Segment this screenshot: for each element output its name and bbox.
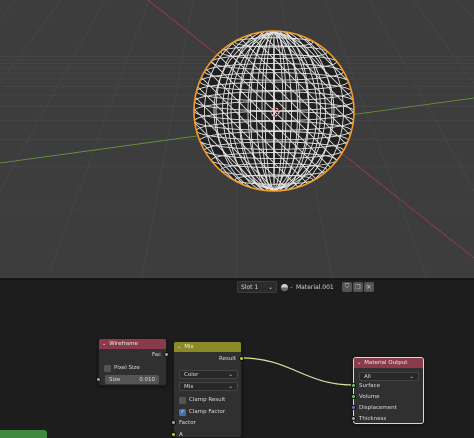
slot-dropdown[interactable]: Slot 1 ⌄ xyxy=(237,281,277,293)
clamp-result-label: Clamp Result xyxy=(189,397,226,403)
shield-icon[interactable]: ⛉ xyxy=(342,282,352,292)
surface-input-label: Surface xyxy=(359,383,380,389)
mix-node-header[interactable]: ⌄ Mix xyxy=(174,342,241,352)
chevron-down-icon: ⌄ xyxy=(267,283,273,291)
volume-input-label: Volume xyxy=(359,394,380,400)
blend-mode-dropdown[interactable]: Mix ⌄ xyxy=(179,382,238,391)
collapse-chevron-icon[interactable]: ⌄ xyxy=(357,360,361,366)
pin-icon[interactable]: ⚲ xyxy=(363,281,373,293)
chevron-down-icon: ⌄ xyxy=(409,373,414,380)
duplicate-icon[interactable]: ❐ xyxy=(353,282,363,292)
data-type-dropdown[interactable]: Color ⌄ xyxy=(179,370,238,379)
displacement-input-label: Displacement xyxy=(359,405,397,411)
size-value: 0.010 xyxy=(139,376,155,383)
a-input-socket[interactable] xyxy=(171,432,176,437)
fac-output-socket[interactable] xyxy=(164,352,169,357)
a-input-label: A xyxy=(179,432,183,438)
factor-input-row: Factor xyxy=(174,418,241,428)
blend-mode-value: Mix xyxy=(184,383,194,390)
fac-output-row: Fac xyxy=(99,350,166,360)
displacement-input-row: Displacement xyxy=(354,403,423,413)
material-output-node-title: Material Output xyxy=(364,360,408,366)
surface-input-row: Surface xyxy=(354,381,423,391)
material-name[interactable]: Material.001 xyxy=(296,284,341,291)
node-frame-fragment[interactable] xyxy=(0,430,47,438)
pixel-size-label: Pixel Size xyxy=(114,365,140,371)
thickness-input-label: Thickness xyxy=(359,416,387,422)
collapse-chevron-icon[interactable]: ⌄ xyxy=(102,341,106,347)
clamp-result-checkbox[interactable] xyxy=(179,396,186,404)
result-output-socket[interactable] xyxy=(239,356,244,361)
chevron-down-icon: ⌄ xyxy=(289,284,294,290)
clamp-factor-label: Clamp Factor xyxy=(189,409,226,415)
target-dropdown[interactable]: All ⌄ xyxy=(359,372,419,381)
clamp-factor-checkbox[interactable]: ✓ xyxy=(179,408,186,416)
chevron-down-icon: ⌄ xyxy=(228,371,233,378)
factor-input-socket[interactable] xyxy=(171,420,176,425)
result-output-row: Result xyxy=(174,354,241,364)
clamp-factor-row[interactable]: ✓ Clamp Factor xyxy=(174,407,241,417)
wireframe-node[interactable]: ⌄ Wireframe Fac Pixel Size Size 0.010 xyxy=(96,338,169,386)
viewport-scene[interactable] xyxy=(0,0,474,278)
target-value: All xyxy=(364,373,371,380)
surface-input-socket[interactable] xyxy=(351,383,356,388)
clamp-result-row[interactable]: Clamp Result xyxy=(174,395,241,405)
material-output-node-header[interactable]: ⌄ Material Output xyxy=(354,358,423,368)
data-type-value: Color xyxy=(184,371,199,378)
wireframe-node-header[interactable]: ⌄ Wireframe xyxy=(99,339,166,349)
result-output-label: Result xyxy=(219,356,236,362)
size-input-socket[interactable] xyxy=(96,377,101,382)
volume-input-row: Volume xyxy=(354,392,423,402)
size-field[interactable]: Size 0.010 xyxy=(105,375,159,384)
thickness-input-socket[interactable] xyxy=(351,416,356,421)
size-label: Size xyxy=(109,376,121,383)
material-sphere-icon[interactable]: ⌄ xyxy=(280,281,294,293)
volume-input-socket[interactable] xyxy=(351,394,356,399)
wireframe-node-title: Wireframe xyxy=(109,341,138,347)
material-name-field[interactable]: Material.001 ⛉ ❐ ✕ xyxy=(294,281,374,293)
mix-node[interactable]: ⌄ Mix Result Color ⌄ Mix ⌄ Clamp Result … xyxy=(171,341,244,438)
fac-output-label: Fac xyxy=(151,352,161,358)
material-output-node[interactable]: ⌄ Material Output All ⌄ Surface Volume D… xyxy=(351,357,424,424)
shader-editor[interactable]: Slot 1 ⌄ ⌄ Material.001 ⛉ ❐ ✕ ⚲ ⌄ Wirefr… xyxy=(0,280,474,438)
displacement-input-socket[interactable] xyxy=(351,405,356,410)
pixel-size-checkbox[interactable] xyxy=(104,364,111,372)
3d-viewport[interactable] xyxy=(0,0,474,278)
link-result-to-surface[interactable] xyxy=(241,357,354,386)
slot-label: Slot 1 xyxy=(241,283,259,291)
pixel-size-row[interactable]: Pixel Size xyxy=(99,363,166,373)
factor-input-label: Factor xyxy=(179,420,196,426)
thickness-input-row: Thickness xyxy=(354,414,423,424)
chevron-down-icon: ⌄ xyxy=(228,383,233,390)
mix-node-title: Mix xyxy=(184,344,194,350)
a-input-row: A xyxy=(174,430,241,438)
collapse-chevron-icon[interactable]: ⌄ xyxy=(177,344,181,350)
